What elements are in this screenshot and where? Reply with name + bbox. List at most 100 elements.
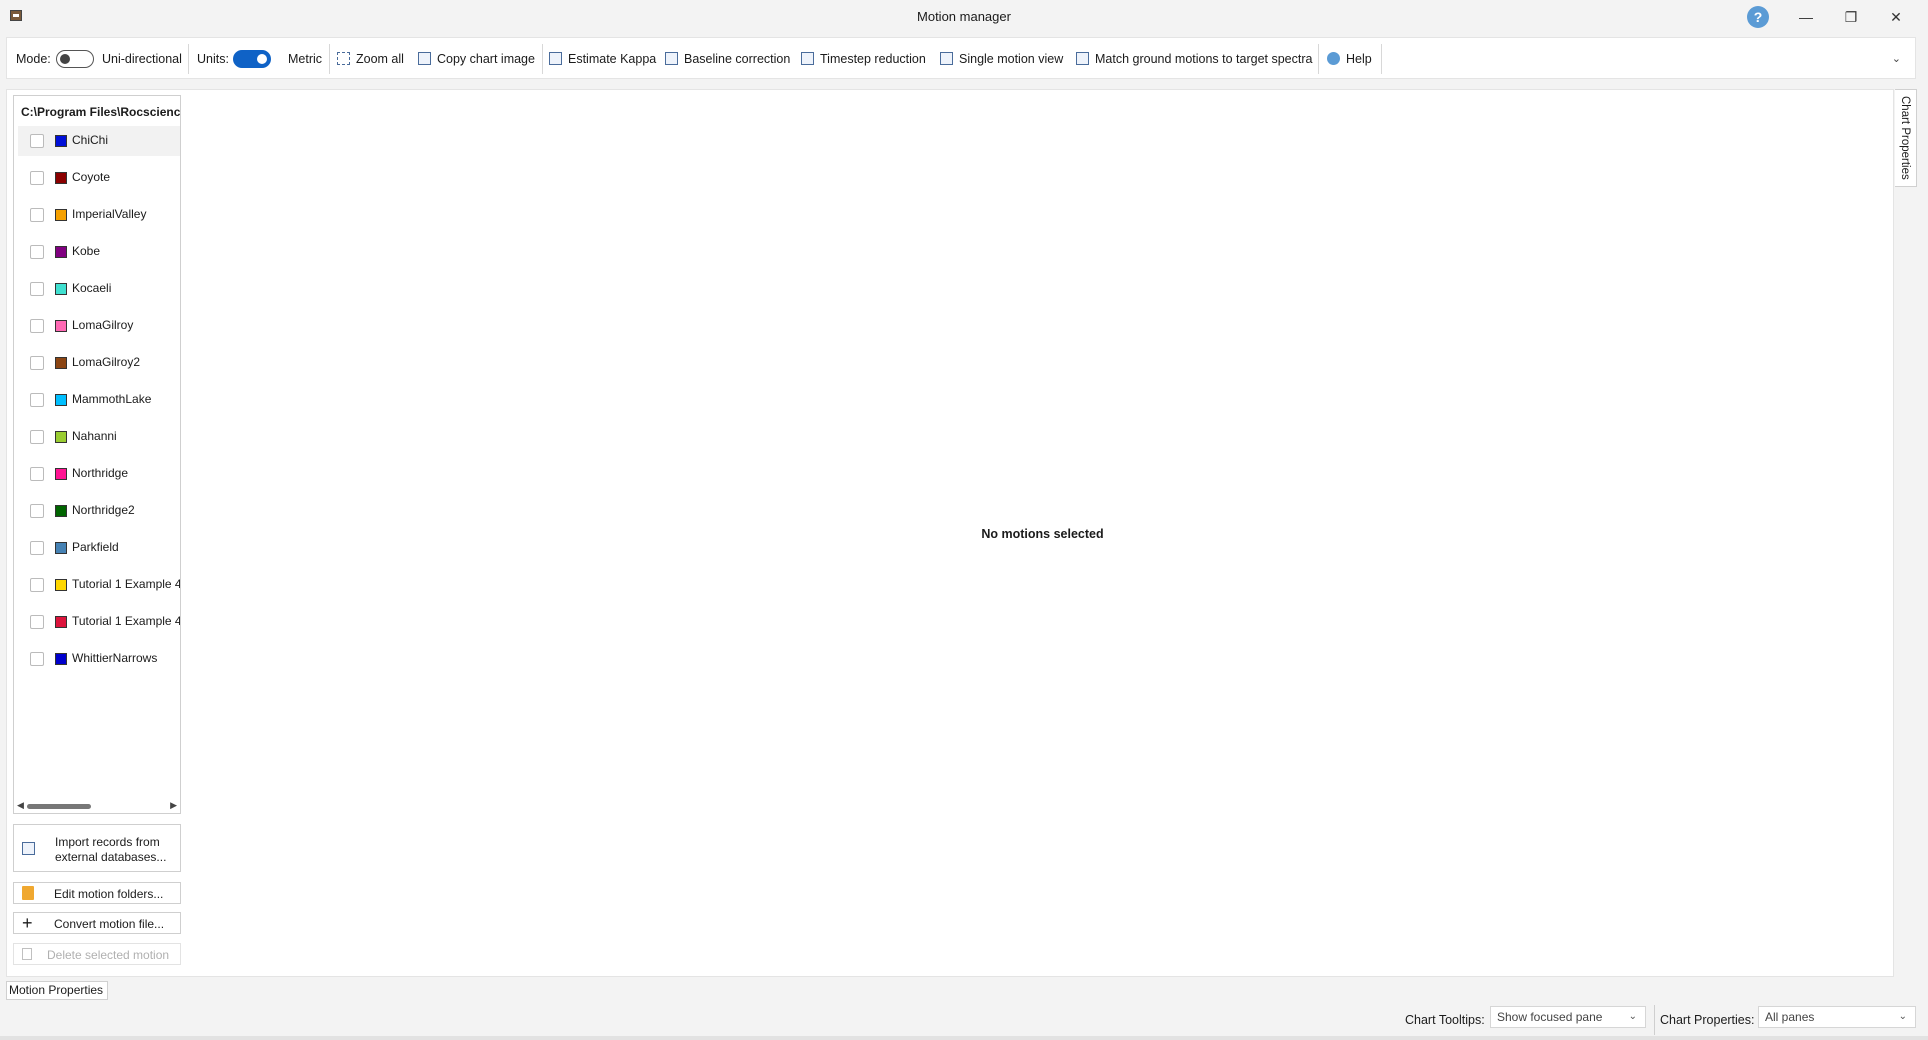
motion-name: Tutorial 1 Example 4 [72,614,181,628]
match-spectra-button[interactable]: Match ground motions to target spectra [1076,50,1312,68]
estimate-kappa-button[interactable]: Estimate Kappa [549,50,656,68]
single-motion-view-button[interactable]: Single motion view [940,50,1063,68]
scroll-right-icon[interactable]: ▶ [170,800,177,811]
motion-checkbox[interactable] [30,245,44,259]
color-swatch [55,468,67,480]
folder-path: C:\Program Files\Rocscience [21,105,181,119]
motion-checkbox[interactable] [30,430,44,444]
motion-checkbox[interactable] [30,319,44,333]
list-item[interactable]: Northridge2 [18,496,180,526]
color-swatch [55,172,67,184]
zoom-all-icon [337,52,350,65]
tab-motion-properties[interactable]: Motion Properties [6,981,108,1000]
list-item[interactable]: LomaGilroy2 [18,348,180,378]
motion-name: Parkfield [72,540,119,554]
color-swatch [55,246,67,258]
toolbar: Mode: Uni-directional Units: Metric Zoom… [6,37,1916,79]
chevron-down-icon: ⌄ [1628,1011,1637,1022]
match-spectra-icon [1076,52,1089,65]
list-item[interactable]: LomaGilroy [18,311,180,341]
convert-motion-file-button[interactable]: + Convert motion file... [13,912,181,934]
restore-button[interactable]: ❐ [1831,5,1871,29]
color-swatch [55,357,67,369]
mode-value: Uni-directional [102,52,182,66]
help-button[interactable]: Help [1327,50,1372,68]
import-database-icon [22,842,35,855]
help-icon [1327,52,1340,65]
list-item[interactable]: Coyote [18,163,180,193]
motion-checkbox[interactable] [30,171,44,185]
list-item[interactable]: Northridge [18,459,180,489]
motion-name: LomaGilroy [72,318,134,332]
edit-motion-folders-button[interactable]: Edit motion folders... [13,882,181,904]
list-item[interactable]: Kobe [18,237,180,267]
copy-chart-image-button[interactable]: Copy chart image [418,50,535,68]
scroll-thumb[interactable] [27,804,91,809]
copy-image-icon [418,52,431,65]
horizontal-scrollbar[interactable]: ◀ ▶ [14,799,180,813]
motion-name: Tutorial 1 Example 4 [72,577,181,591]
mode-label: Mode: [16,52,51,66]
motion-checkbox[interactable] [30,615,44,629]
color-swatch [55,505,67,517]
single-motion-icon [940,52,953,65]
units-value: Metric [288,52,323,66]
motion-name: Nahanni [72,429,117,443]
timestep-reduction-button[interactable]: Timestep reduction [801,50,926,68]
import-records-button[interactable]: Import records from external databases..… [13,824,181,872]
chart-properties-label: Chart Properties: [1660,1013,1755,1027]
chart-tooltips-label: Chart Tooltips: [1405,1013,1485,1027]
units-toggle[interactable] [233,50,271,68]
help-icon[interactable]: ? [1747,6,1769,28]
list-item[interactable]: MammothLake [18,385,180,415]
minimize-button[interactable]: — [1786,5,1826,29]
baseline-chart-icon [665,52,678,65]
color-swatch [55,542,67,554]
close-button[interactable]: ✕ [1876,5,1916,29]
scroll-left-icon[interactable]: ◀ [17,800,24,811]
list-item[interactable]: WhittierNarrows [18,644,180,674]
zoom-all-button[interactable]: Zoom all [337,50,404,68]
motion-name: Northridge2 [72,503,135,517]
chart-properties-select[interactable]: All panes ⌄ [1758,1006,1916,1028]
baseline-correction-button[interactable]: Baseline correction [665,50,790,68]
color-swatch [55,653,67,665]
motion-name: Coyote [72,170,111,184]
motion-name: WhittierNarrows [72,651,158,665]
list-item[interactable]: Tutorial 1 Example 4 [18,607,180,637]
title-bar: Motion manager ? — ❐ ✕ [0,0,1928,34]
motion-name: LomaGilroy2 [72,355,141,369]
list-item[interactable]: Nahanni [18,422,180,452]
mode-toggle[interactable] [56,50,94,68]
motion-checkbox[interactable] [30,393,44,407]
trash-icon [22,948,32,960]
list-item[interactable]: ImperialValley [18,200,180,230]
color-swatch [55,283,67,295]
plus-icon: + [22,913,33,933]
list-item[interactable]: Kocaeli [18,274,180,304]
motion-checkbox[interactable] [30,282,44,296]
tab-chart-properties[interactable]: Chart Properties [1895,89,1917,187]
motion-name: Kobe [72,244,101,258]
motion-checkbox[interactable] [30,541,44,555]
color-swatch [55,135,67,147]
motion-name: MammothLake [72,392,152,406]
color-swatch [55,431,67,443]
motion-checkbox[interactable] [30,356,44,370]
chevron-down-icon[interactable]: ⌄ [1892,52,1901,65]
color-swatch [55,579,67,591]
list-item[interactable]: ChiChi [18,126,180,156]
delete-motion-button[interactable]: Delete selected motion [13,943,181,965]
motion-checkbox[interactable] [30,208,44,222]
motion-checkbox[interactable] [30,467,44,481]
motion-checkbox[interactable] [30,134,44,148]
motion-checkbox[interactable] [30,652,44,666]
list-item[interactable]: Parkfield [18,533,180,563]
color-swatch [55,394,67,406]
list-item[interactable]: Tutorial 1 Example 4 [18,570,180,600]
empty-chart-message: No motions selected [981,527,1104,541]
color-swatch [55,320,67,332]
motion-checkbox[interactable] [30,504,44,518]
motion-checkbox[interactable] [30,578,44,592]
chart-tooltips-select[interactable]: Show focused pane ⌄ [1490,1006,1646,1028]
